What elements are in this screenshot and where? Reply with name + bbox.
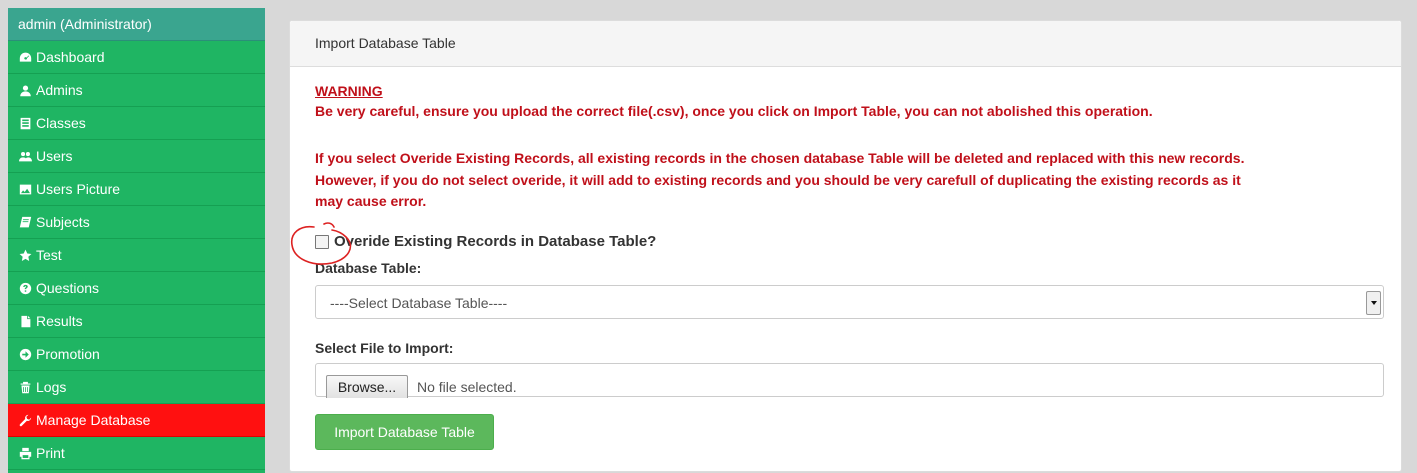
sidebar-item-questions[interactable]: Questions	[8, 272, 265, 305]
wrench-icon	[18, 413, 32, 427]
sidebar-item-label: Logs	[36, 379, 67, 395]
file-status: No file selected.	[417, 379, 517, 395]
sidebar-item-label: Test	[36, 247, 62, 263]
warning-text-3: However, if you do not select overide, i…	[315, 172, 1241, 188]
override-checkbox-label[interactable]: Overide Existing Records in Database Tab…	[334, 233, 656, 250]
sidebar-item-label: Print	[36, 445, 65, 461]
file-icon	[18, 314, 32, 328]
sidebar-item-users[interactable]: Users	[8, 140, 265, 173]
sidebar-item-print[interactable]: Print	[8, 437, 265, 470]
browse-button[interactable]: Browse...	[326, 375, 408, 398]
import-database-table-button[interactable]: Import Database Table	[315, 414, 494, 450]
sidebar-item-subjects[interactable]: Subjects	[8, 206, 265, 239]
sidebar-item-test[interactable]: Test	[8, 239, 265, 272]
sidebar-item-logs[interactable]: Logs	[8, 371, 265, 404]
sidebar-item-label: Questions	[36, 280, 100, 296]
book-icon	[18, 215, 32, 229]
sidebar-item-label: Admins	[36, 82, 83, 98]
star-icon	[18, 248, 32, 262]
sidebar-item-admins[interactable]: Admins	[8, 74, 265, 107]
picture-icon	[18, 182, 32, 196]
sidebar-item-label: Classes	[36, 115, 86, 131]
file-input[interactable]: Browse... No file selected.	[315, 363, 1384, 398]
sidebar-item-label: Subjects	[36, 214, 90, 230]
sidebar-item-label: Users	[36, 148, 73, 164]
override-checkbox[interactable]	[315, 234, 329, 249]
warning-text-2: If you select Overide Existing Records, …	[315, 150, 1245, 166]
trash-icon	[18, 380, 32, 394]
user-icon	[18, 83, 32, 97]
chevron-down-icon[interactable]	[1366, 291, 1381, 315]
arrow-circle-icon	[18, 347, 32, 361]
question-icon	[18, 281, 32, 295]
override-checkbox-row[interactable]: Overide Existing Records in Database Tab…	[315, 233, 656, 250]
panel-heading: Import Database Table	[290, 21, 1401, 67]
sidebar: admin (Administrator) Dashboard Admins C…	[8, 8, 265, 473]
database-table-label: Database Table:	[315, 260, 422, 276]
sidebar-item-label: Manage Database	[36, 412, 151, 428]
sidebar-item-label: Users Picture	[36, 181, 121, 197]
sidebar-item-users-picture[interactable]: Users Picture	[8, 173, 265, 206]
list-icon	[18, 116, 32, 130]
sidebar-item-classes[interactable]: Classes	[8, 107, 265, 140]
sidebar-item-label: Dashboard	[36, 49, 105, 65]
print-icon	[18, 446, 32, 460]
users-icon	[18, 149, 32, 163]
sidebar-item-results[interactable]: Results	[8, 305, 265, 338]
file-select-label: Select File to Import:	[315, 340, 454, 356]
database-table-selected-value: ----Select Database Table----	[330, 295, 508, 311]
sidebar-item-manage-database[interactable]: Manage Database	[8, 404, 265, 437]
warning-text-1: Be very careful, ensure you upload the c…	[315, 103, 1153, 119]
sidebar-user-header: admin (Administrator)	[8, 8, 265, 41]
sidebar-item-dashboard[interactable]: Dashboard	[8, 41, 265, 74]
dashboard-icon	[18, 50, 32, 64]
warning-text-4: may cause error.	[315, 193, 427, 209]
warning-title: WARNING	[315, 83, 383, 99]
import-panel: Import Database Table WARNING Be very ca…	[289, 20, 1402, 472]
sidebar-item-label: Results	[36, 313, 83, 329]
database-table-select[interactable]: ----Select Database Table----	[315, 285, 1384, 319]
sidebar-item-label: Promotion	[36, 346, 100, 362]
sidebar-item-promotion[interactable]: Promotion	[8, 338, 265, 371]
